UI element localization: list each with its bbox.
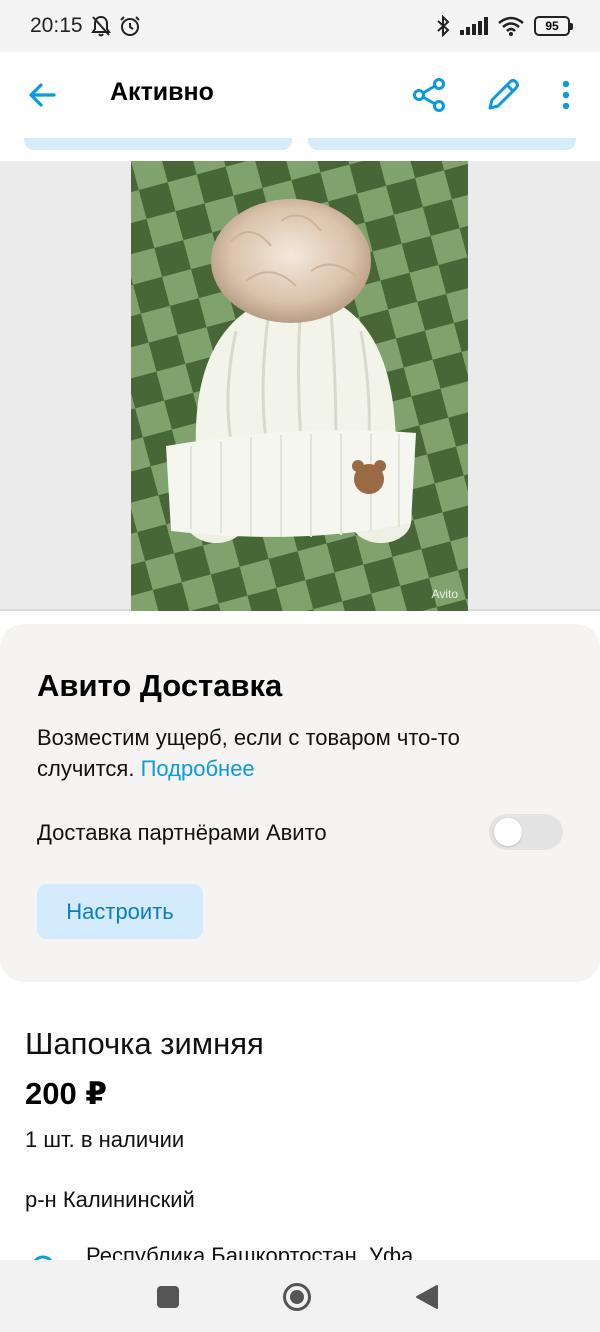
back-arrow-icon[interactable] [26,78,60,112]
recents-square-icon[interactable] [157,1286,179,1308]
back-triangle-icon[interactable] [415,1284,439,1310]
item-district: р-н Калининский [25,1187,195,1212]
more-vertical-icon[interactable] [552,76,580,114]
toggle-knob [494,818,522,846]
status-right: 95 [436,15,573,37]
hidden-action-button-left[interactable] [24,138,292,150]
configure-button[interactable]: Настроить [37,884,203,939]
item-stock: 1 шт. в наличии [25,1127,185,1152]
status-left: 20:15 [30,14,141,38]
bell-off-icon [90,15,111,37]
status-bar: 20:15 95 [0,0,600,52]
hat-photo-image [131,161,468,611]
alarm-icon [119,16,140,36]
delivery-card: Авито Доставка Возместим ущерб, если с т… [0,624,600,982]
page-title: Активно [110,78,214,106]
delivery-description-block: Возместим ущерб, если с товаром что-то с… [37,722,557,784]
item-price: 200 ₽ [25,1076,107,1111]
more-details-link[interactable]: Подробнее [141,756,255,781]
battery-level: 95 [545,19,559,33]
avito-watermark: Avito [431,587,458,601]
item-photo[interactable]: Avito [131,161,468,611]
pencil-icon[interactable] [484,76,522,114]
hidden-action-button-right[interactable] [308,138,576,150]
share-icon[interactable] [410,76,448,114]
wifi-icon [498,16,524,36]
home-circle-icon[interactable] [282,1282,312,1312]
status-time: 20:15 [30,14,83,37]
bluetooth-icon [437,15,450,37]
battery-icon: 95 [534,16,573,36]
app-bar: Активно [0,52,600,138]
delivery-title: Авито Доставка [37,668,283,703]
signal-icon [460,17,488,35]
partner-delivery-toggle[interactable] [489,814,563,850]
item-title: Шапочка зимняя [25,1026,264,1061]
photo-gallery[interactable]: Avito [0,161,600,611]
system-nav-bar [0,1260,600,1332]
partner-delivery-label: Доставка партнёрами Авито [37,820,327,845]
